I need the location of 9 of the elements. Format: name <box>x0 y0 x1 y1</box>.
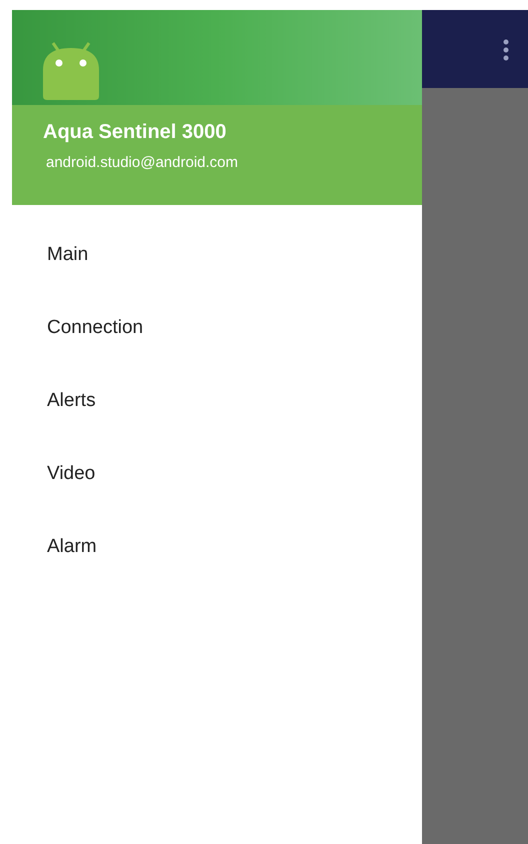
account-email: android.studio@android.com <box>46 154 240 171</box>
menu-item[interactable]: Alarm <box>12 533 422 606</box>
menu-item[interactable]: Connection <box>12 314 422 387</box>
menu-item[interactable]: Video <box>12 460 422 533</box>
menu-item[interactable]: Alerts <box>12 387 422 460</box>
menu-item[interactable]: Main <box>12 241 422 314</box>
more-options-icon[interactable] <box>503 39 509 61</box>
app-title: Aqua Sentinel 3000 <box>43 121 228 144</box>
android-robot-icon <box>41 40 101 100</box>
